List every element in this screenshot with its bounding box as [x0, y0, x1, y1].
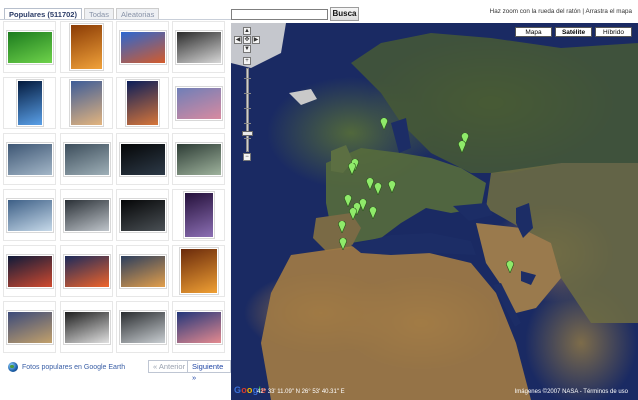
photo-moon-night — [119, 142, 166, 176]
photo-desert-dune — [119, 30, 166, 64]
photo-thumbnail[interactable] — [116, 189, 169, 241]
map-hint: Haz zoom con la rueda del ratón | Arrast… — [489, 8, 632, 15]
tab-divider — [0, 19, 231, 20]
photo-lone-tree — [63, 310, 110, 344]
photo-thumbnail[interactable] — [172, 21, 225, 73]
map-type-mapa[interactable]: Mapa — [515, 27, 552, 37]
photo-thumbnail[interactable] — [172, 189, 225, 241]
photo-thumbnail[interactable] — [3, 245, 56, 297]
photo-thumbnail[interactable] — [3, 133, 56, 185]
pan-right-icon[interactable]: ▶ — [252, 36, 260, 44]
photo-dark-forest — [119, 198, 166, 232]
zoom-tick — [244, 123, 251, 124]
photo-thumbnail[interactable] — [60, 21, 113, 73]
photo-marker-icon[interactable] — [369, 207, 377, 219]
photo-marker-icon[interactable] — [374, 183, 382, 195]
zoom-in-icon[interactable]: + — [243, 57, 251, 65]
app-root: Populares (511702) Todas Aleatorias Foto… — [0, 0, 638, 400]
photo-marker-icon[interactable] — [506, 261, 514, 273]
photo-marker-icon[interactable] — [380, 118, 388, 130]
photo-thumbnail[interactable] — [172, 77, 225, 129]
tab-aleatorias[interactable]: Aleatorias — [115, 8, 160, 19]
photo-thumbnail[interactable] — [116, 77, 169, 129]
photo-thumbnail[interactable] — [60, 133, 113, 185]
pan-left-icon[interactable]: ◀ — [234, 36, 242, 44]
photo-red-square — [6, 254, 53, 288]
next-page-button[interactable]: Siguiente » — [187, 360, 231, 382]
photo-marker-icon[interactable] — [458, 141, 466, 153]
tab-populares[interactable]: Populares (511702) — [4, 8, 82, 19]
photo-thumbnail[interactable] — [3, 301, 56, 353]
map-canvas[interactable]: Mapa Satélite Híbrido ▲ ◀ ✥ ▶ ▼ + − Goog… — [231, 23, 638, 400]
photo-thumbnail[interactable] — [60, 301, 113, 353]
photo-marker-icon[interactable] — [366, 178, 374, 190]
zoom-out-icon[interactable]: − — [243, 153, 251, 161]
photo-pink-sunset — [175, 310, 222, 344]
map-type-hibrido[interactable]: Híbrido — [595, 27, 632, 37]
photo-lake-mist — [63, 142, 110, 176]
zoom-slider-track[interactable] — [246, 68, 249, 152]
photo-thumbnail[interactable] — [60, 245, 113, 297]
photo-thumbnail[interactable] — [3, 77, 56, 129]
photo-thumbnail[interactable] — [3, 189, 56, 241]
photo-pink-lake — [175, 86, 222, 120]
map-copyright[interactable]: Imágenes ©2007 NASA - Términos de uso — [515, 389, 628, 395]
photo-sunset-reflect — [119, 254, 166, 288]
zoom-tick — [244, 93, 251, 94]
photo-sunset-ruin — [70, 24, 103, 70]
prev-page-button[interactable]: « Anterior — [148, 360, 191, 373]
pan-center-icon[interactable]: ✥ — [243, 36, 251, 44]
photo-thumbnail[interactable] — [3, 21, 56, 73]
photo-marker-icon[interactable] — [348, 163, 356, 175]
photo-thumbnail[interactable] — [172, 301, 225, 353]
photo-fire-clouds — [63, 254, 110, 288]
photo-thumbnail[interactable] — [116, 21, 169, 73]
photo-panel: Populares (511702) Todas Aleatorias Foto… — [0, 0, 231, 400]
zoom-tick — [244, 138, 251, 139]
photo-palm-sunset — [126, 80, 159, 126]
search-button[interactable]: Busca — [330, 7, 359, 21]
photo-thumbnail[interactable] — [172, 245, 225, 297]
photo-green-leaf — [6, 30, 53, 64]
google-earth-link-row: Fotos populares en Google Earth — [8, 362, 125, 372]
tab-todas[interactable]: Todas — [83, 8, 114, 19]
photo-chateau — [175, 142, 222, 176]
photo-night-tower — [183, 192, 214, 238]
zoom-tick — [244, 108, 251, 109]
map-type-switch: Mapa Satélite Híbrido — [515, 27, 632, 37]
photo-marker-icon[interactable] — [344, 195, 352, 207]
photo-modern-building — [6, 310, 53, 344]
photo-thumbnail[interactable] — [116, 245, 169, 297]
photo-thumbnail[interactable] — [116, 301, 169, 353]
map-type-satelite[interactable]: Satélite — [555, 27, 592, 37]
photo-marker-icon[interactable] — [338, 221, 346, 233]
map-landmasses — [231, 23, 638, 400]
globe-icon — [8, 362, 18, 372]
photo-orange-sky — [179, 248, 218, 294]
photo-thumbnail[interactable] — [116, 133, 169, 185]
photo-thumbnail[interactable] — [172, 133, 225, 185]
photo-marker-icon[interactable] — [349, 208, 357, 220]
photo-alpine-church — [6, 198, 53, 232]
photo-castle-bw — [175, 30, 222, 64]
zoom-tick — [244, 78, 251, 79]
pan-up-icon[interactable]: ▲ — [243, 27, 251, 35]
photo-mountain-lake — [6, 142, 53, 176]
photo-thumbnail[interactable] — [60, 77, 113, 129]
coordinates-readout: 42° 33' 11.09" N 26° 53' 40.31" E — [257, 389, 345, 395]
photo-thumbnail[interactable] — [60, 189, 113, 241]
search-input[interactable] — [231, 9, 328, 20]
photo-marker-icon[interactable] — [339, 238, 347, 250]
zoom-slider-handle[interactable] — [242, 131, 253, 136]
photo-spider-sculpture — [119, 310, 166, 344]
pan-down-icon[interactable]: ▼ — [243, 45, 251, 53]
photo-burj-night — [16, 80, 43, 126]
google-earth-link[interactable]: Fotos populares en Google Earth — [22, 364, 125, 371]
photo-foggy-peaks — [63, 198, 110, 232]
photo-beach-dusk — [70, 80, 103, 126]
photo-marker-icon[interactable] — [388, 181, 396, 193]
